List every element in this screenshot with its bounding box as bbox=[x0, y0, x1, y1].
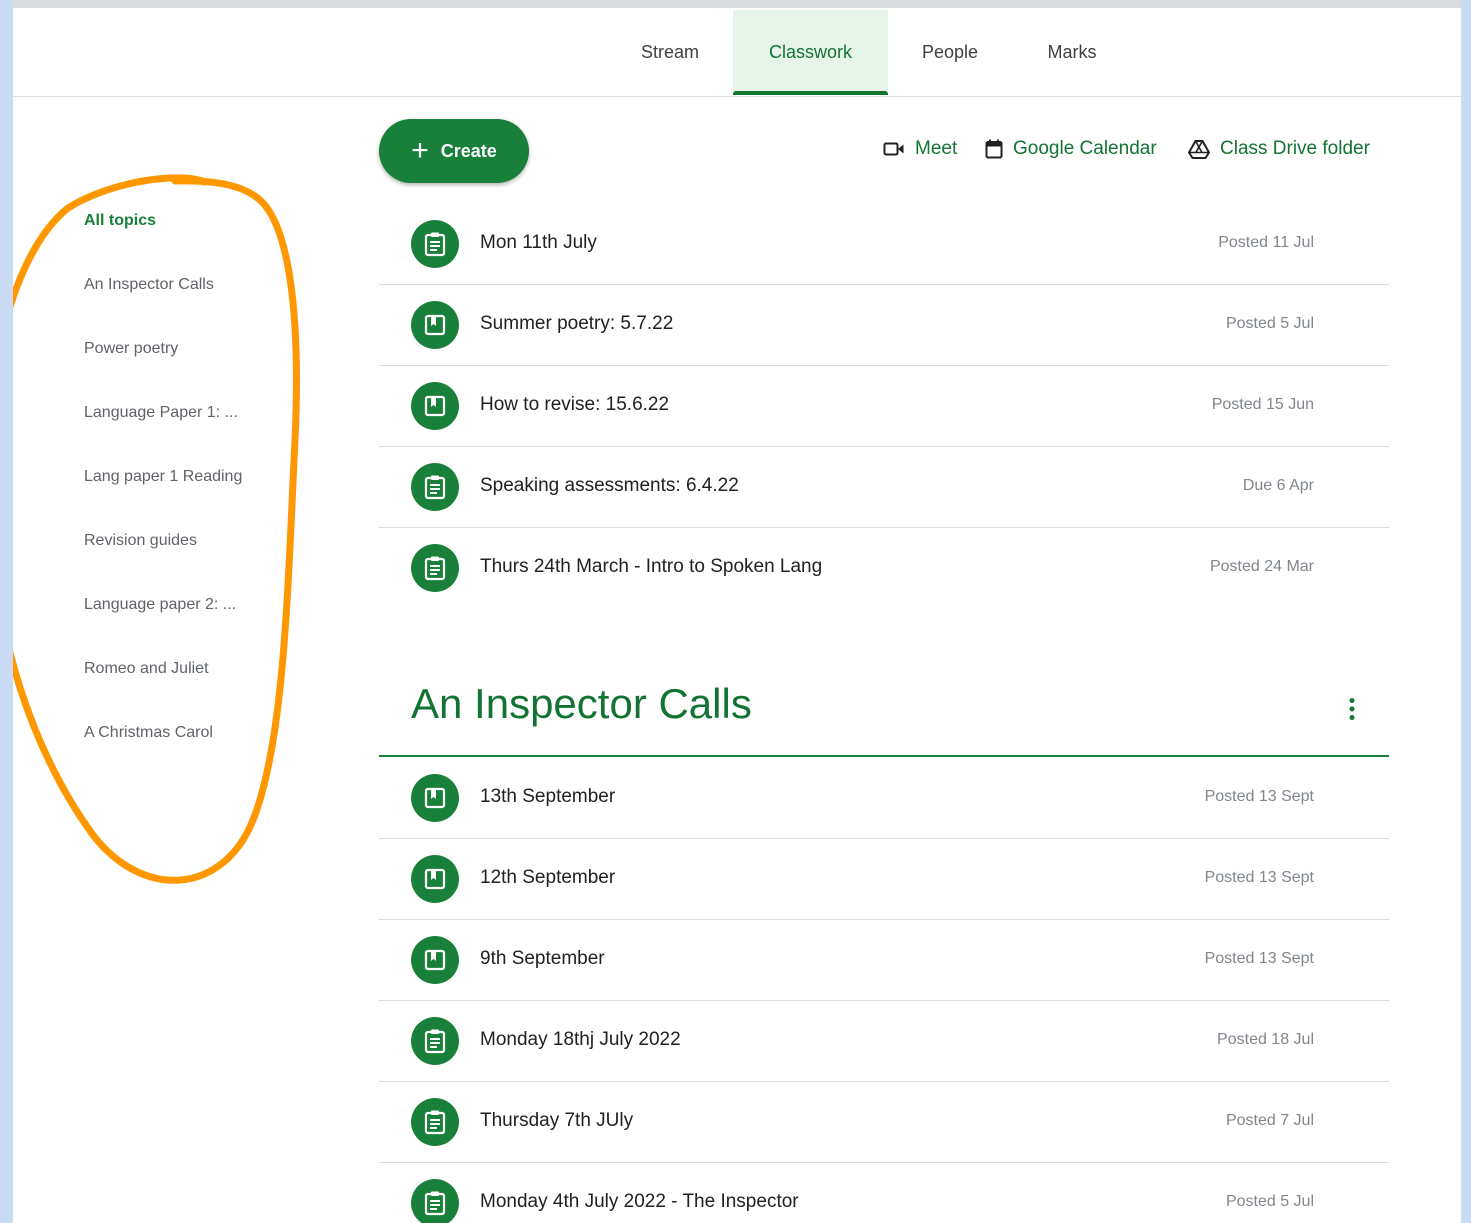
assignment-icon bbox=[411, 544, 459, 592]
drive-label: Class Drive folder bbox=[1220, 138, 1370, 159]
classwork-date: Posted 18 Jul bbox=[1217, 1031, 1314, 1048]
classwork-row-ungrouped[interactable]: How to revise: 15.6.22 Posted 15 Jun bbox=[379, 365, 1389, 447]
calendar-label: Google Calendar bbox=[1013, 138, 1157, 159]
topic-more-options-button[interactable] bbox=[1335, 692, 1369, 726]
sidebar-item-an-inspector-calls[interactable]: An Inspector Calls bbox=[84, 276, 294, 294]
classwork-title: Thursday 7th JUly bbox=[480, 1110, 634, 1131]
tab-stream[interactable]: Stream bbox=[625, 10, 715, 95]
drive-icon bbox=[1188, 140, 1210, 159]
tab-bar: Stream Classwork People Marks bbox=[13, 10, 1461, 97]
classwork-title: Summer poetry: 5.7.22 bbox=[480, 313, 674, 334]
classwork-title: Mon 11th July bbox=[480, 232, 597, 253]
classwork-date: Posted 13 Sept bbox=[1204, 950, 1314, 967]
classwork-title: How to revise: 15.6.22 bbox=[480, 394, 670, 415]
classwork-row-topic[interactable]: Thursday 7th JUly Posted 7 Jul bbox=[379, 1081, 1389, 1163]
classwork-date: Posted 15 Jun bbox=[1211, 396, 1314, 413]
classwork-row-ungrouped[interactable]: Mon 11th July Posted 11 Jul bbox=[379, 203, 1389, 285]
plus-icon: + bbox=[411, 134, 429, 167]
class-drive-folder-link[interactable]: Class Drive folder bbox=[1188, 138, 1370, 160]
classwork-row-topic[interactable]: 13th September Posted 13 Sept bbox=[379, 757, 1389, 839]
calendar-icon bbox=[985, 139, 1003, 159]
classwork-date: Posted 13 Sept bbox=[1204, 788, 1314, 805]
sidebar-item-language-paper-2[interactable]: Language paper 2: ... bbox=[84, 596, 294, 614]
material-icon bbox=[411, 774, 459, 822]
classwork-title: 9th September bbox=[480, 948, 605, 969]
classwork-date: Posted 5 Jul bbox=[1225, 1193, 1314, 1210]
classwork-title: Monday 18thj July 2022 bbox=[480, 1029, 681, 1050]
classwork-row-topic[interactable]: 12th September Posted 13 Sept bbox=[379, 838, 1389, 920]
classwork-row-ungrouped[interactable]: Speaking assessments: 6.4.22 Due 6 Apr bbox=[379, 446, 1389, 528]
sidebar-item-all-topics[interactable]: All topics bbox=[84, 212, 294, 230]
classwork-row-ungrouped[interactable]: Thurs 24th March - Intro to Spoken Lang P… bbox=[379, 527, 1389, 608]
video-camera-icon bbox=[883, 142, 904, 156]
classwork-title: Thurs 24th March - Intro to Spoken Lang bbox=[480, 556, 823, 577]
meet-link[interactable]: Meet bbox=[883, 138, 957, 160]
classwork-row-topic[interactable]: Monday 18thj July 2022 Posted 18 Jul bbox=[379, 1000, 1389, 1082]
sidebar-item-romeo-and-juliet[interactable]: Romeo and Juliet bbox=[84, 660, 294, 678]
classwork-title: 12th September bbox=[480, 867, 616, 888]
assignment-icon bbox=[411, 220, 459, 268]
meet-label: Meet bbox=[915, 138, 958, 159]
classroom-panel: Stream Classwork People Marks + Create M… bbox=[13, 0, 1461, 1223]
classwork-title: 13th September bbox=[480, 786, 616, 807]
classwork-title: Speaking assessments: 6.4.22 bbox=[480, 475, 739, 496]
material-icon bbox=[411, 382, 459, 430]
sidebar-item-revision-guides[interactable]: Revision guides bbox=[84, 532, 294, 550]
create-label: Create bbox=[440, 140, 497, 161]
tab-classwork[interactable]: Classwork bbox=[733, 10, 888, 95]
assignment-icon bbox=[411, 1179, 459, 1223]
sidebar-item-a-christmas-carol[interactable]: A Christmas Carol bbox=[84, 724, 294, 742]
classwork-row-topic[interactable]: Monday 4th July 2022 - The Inspector Post… bbox=[379, 1162, 1389, 1223]
top-divider bbox=[13, 0, 1461, 8]
more-vert-icon bbox=[1349, 698, 1355, 720]
classwork-date: Posted 7 Jul bbox=[1225, 1112, 1314, 1129]
create-button[interactable]: + Create bbox=[379, 119, 529, 183]
classwork-date: Due 6 Apr bbox=[1242, 477, 1314, 494]
assignment-icon bbox=[411, 463, 459, 511]
sidebar-item-lang-paper-1-reading[interactable]: Lang paper 1 Reading bbox=[84, 468, 294, 486]
classwork-date: Posted 5 Jul bbox=[1225, 315, 1314, 332]
assignment-icon bbox=[411, 1098, 459, 1146]
classwork-date: Posted 13 Sept bbox=[1204, 869, 1314, 886]
material-icon bbox=[411, 855, 459, 903]
tab-people[interactable]: People bbox=[908, 10, 992, 95]
sidebar-item-language-paper-1[interactable]: Language Paper 1: ... bbox=[84, 404, 294, 422]
material-icon bbox=[411, 301, 459, 349]
material-icon bbox=[411, 936, 459, 984]
classwork-row-topic[interactable]: 9th September Posted 13 Sept bbox=[379, 919, 1389, 1001]
assignment-icon bbox=[411, 1017, 459, 1065]
classwork-row-ungrouped[interactable]: Summer poetry: 5.7.22 Posted 5 Jul bbox=[379, 284, 1389, 366]
tab-marks[interactable]: Marks bbox=[1033, 10, 1111, 95]
classwork-date: Posted 11 Jul bbox=[1218, 234, 1314, 251]
classwork-date: Posted 24 Mar bbox=[1209, 558, 1314, 575]
topic-heading: An Inspector Calls bbox=[411, 680, 752, 727]
google-calendar-link[interactable]: Google Calendar bbox=[985, 138, 1157, 160]
classwork-title: Monday 4th July 2022 - The Inspector bbox=[480, 1191, 799, 1212]
sidebar-item-power-poetry[interactable]: Power poetry bbox=[84, 340, 294, 358]
